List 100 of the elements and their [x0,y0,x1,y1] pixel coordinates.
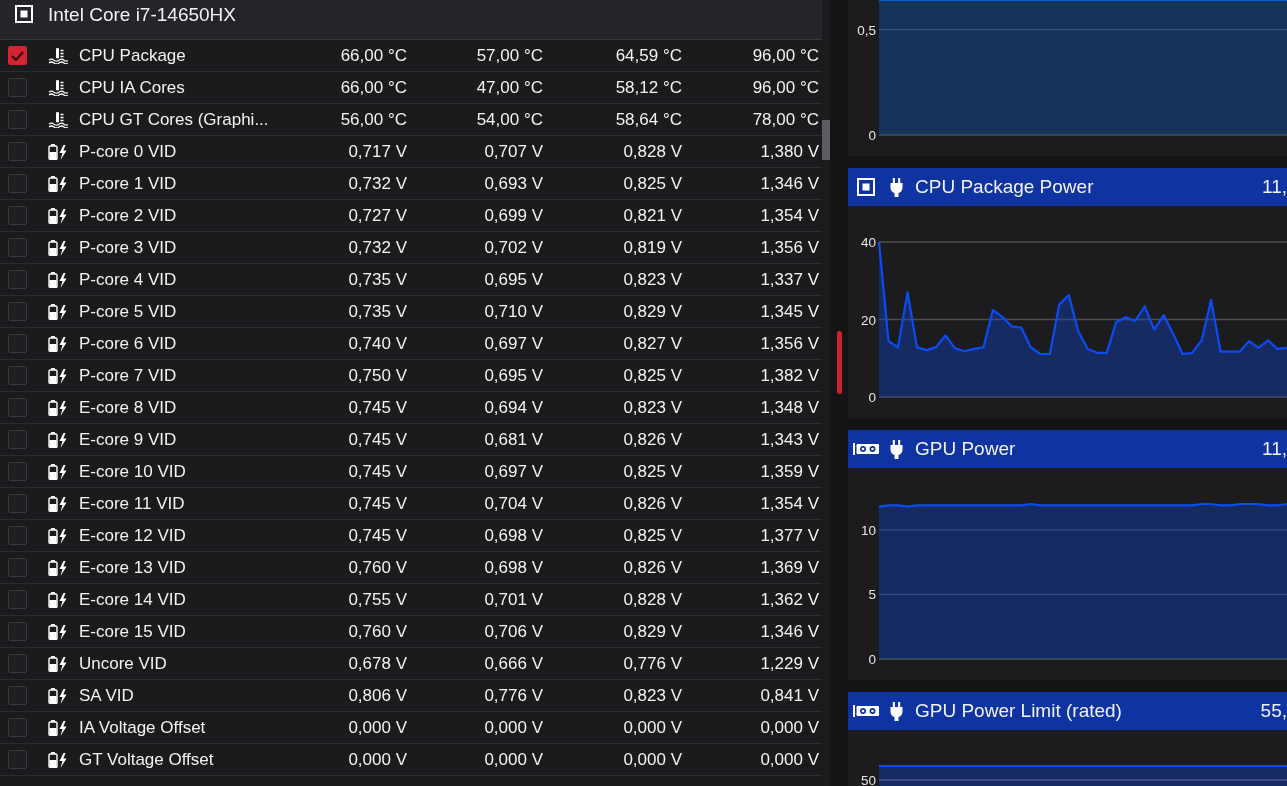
sensor-name: E-core 8 VID [79,397,177,418]
sensor-value: 0,829 V [623,301,682,322]
sensor-value: 0,823 V [623,397,682,418]
sensor-name: E-core 9 VID [79,429,177,450]
sensor-value: 78,00 °C [752,109,819,130]
checkbox[interactable] [8,590,27,609]
checkbox[interactable] [8,302,27,321]
battery-bolt-icon [48,463,68,480]
sensor-value: 0,828 V [623,589,682,610]
checkbox[interactable] [8,718,27,737]
sensor-value: 0,745 V [348,397,407,418]
checkbox[interactable] [8,270,27,289]
sensor-value: 58,12 °C [615,77,682,98]
sensor-value: 0,760 V [348,557,407,578]
sensor-value: 0,698 V [484,557,543,578]
battery-bolt-icon [48,335,68,352]
sensor-value: 1,356 V [760,333,819,354]
sensor-value: 0,745 V [348,525,407,546]
sensor-name: P-core 2 VID [79,205,177,226]
battery-bolt-icon [48,431,68,448]
checkbox[interactable] [8,398,27,417]
sensor-value: 0,699 V [484,205,543,226]
checkbox[interactable] [8,110,27,129]
sensor-value: 0,760 V [348,621,407,642]
checkbox[interactable] [8,366,27,385]
checkbox[interactable] [8,686,27,705]
sensor-value: 64,59 °C [615,45,682,66]
checkbox[interactable] [8,654,27,673]
sensor-name: P-core 3 VID [79,237,177,258]
checkbox[interactable] [8,558,27,577]
sensor-value: 0,732 V [348,237,407,258]
graph-value: 55, [1260,700,1287,722]
sensor-name: GT Voltage Offset [79,749,214,770]
battery-bolt-icon [48,175,68,192]
sensor-value: 0,841 V [760,685,819,706]
checkbox[interactable] [8,526,27,545]
battery-bolt-icon [48,207,68,224]
checkbox[interactable] [8,622,27,641]
sensor-value: 0,717 V [348,141,407,162]
battery-bolt-icon [48,655,68,672]
sensor-value: 0,819 V [623,237,682,258]
sensor-value: 0,000 V [484,717,543,738]
sensor-value: 0,697 V [484,461,543,482]
sensor-value: 0,755 V [348,589,407,610]
checkbox[interactable] [8,430,27,449]
checkbox[interactable] [8,334,27,353]
sensor-value: 0,710 V [484,301,543,322]
checkbox[interactable] [8,750,27,769]
plug-icon [890,439,903,459]
sensor-value: 0,825 V [623,461,682,482]
thermometer-icon [48,47,68,64]
sensor-value: 0,828 V [623,141,682,162]
sensor-value: 1,354 V [760,493,819,514]
sensor-value: 0,000 V [484,749,543,770]
checkbox[interactable] [8,174,27,193]
axis-tick-label: 0 [868,128,876,143]
sensor-name: P-core 7 VID [79,365,177,386]
checkbox[interactable] [8,206,27,225]
sensor-name: P-core 4 VID [79,269,177,290]
sensor-value: 1,343 V [760,429,819,450]
sensor-value: 0,706 V [484,621,543,642]
sensor-value: 96,00 °C [752,45,819,66]
checkbox[interactable] [8,494,27,513]
sensor-value: 0,826 V [623,493,682,514]
sensor-name: P-core 0 VID [79,141,177,162]
sensor-value: 0,821 V [623,205,682,226]
sensor-value: 0,727 V [348,205,407,226]
scrollbar-thumb[interactable] [822,120,830,160]
sensor-value: 1,362 V [760,589,819,610]
battery-bolt-icon [48,559,68,576]
sensor-name: E-core 12 VID [79,525,186,546]
sensor-name: E-core 11 VID [79,493,185,514]
sensor-value: 66,00 °C [340,77,407,98]
battery-bolt-icon [48,495,68,512]
sensor-value: 0,702 V [484,237,543,258]
sensor-name: CPU Package [79,45,186,66]
sensor-value: 0,826 V [623,557,682,578]
cpu-icon [15,5,33,23]
sensor-name: IA Voltage Offset [79,717,206,738]
sensor-value: 1,348 V [760,397,819,418]
checkbox[interactable] [8,46,27,65]
sensor-value: 56,00 °C [340,109,407,130]
sensor-value: 0,000 V [760,717,819,738]
sensor-name: E-core 13 VID [79,557,186,578]
sensor-value: 1,337 V [760,269,819,290]
sensor-value: 0,678 V [348,653,407,674]
checkbox[interactable] [8,462,27,481]
sensor-value: 0,825 V [623,525,682,546]
splitter-handle[interactable] [836,331,842,394]
sensor-name: E-core 10 VID [79,461,186,482]
axis-tick-label: 0 [868,390,876,405]
check-icon [11,50,24,61]
graph-title: CPU Package Power [915,176,1094,198]
checkbox[interactable] [8,238,27,257]
sensor-name: CPU IA Cores [79,77,185,98]
checkbox[interactable] [8,78,27,97]
checkbox[interactable] [8,142,27,161]
sensor-value: 0,701 V [484,589,543,610]
sensor-value: 0,740 V [348,333,407,354]
sensor-value: 0,693 V [484,173,543,194]
